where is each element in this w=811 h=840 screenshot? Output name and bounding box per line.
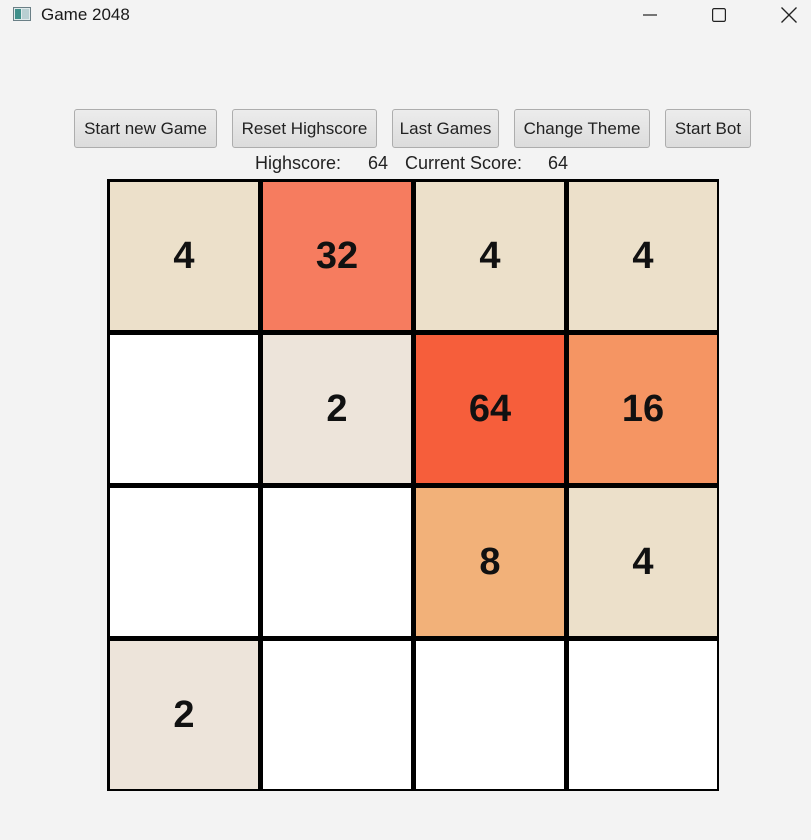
minimize-button[interactable] <box>628 0 672 30</box>
current-score-label: Current Score: <box>405 153 523 173</box>
highscore-label: Highscore: <box>255 153 342 173</box>
title-bar: Game 2048 <box>0 0 811 30</box>
highscore-value: 64 <box>368 153 389 173</box>
maximize-button[interactable] <box>697 0 741 30</box>
reset-highscore-button[interactable]: Reset Highscore <box>232 109 377 148</box>
tile-4: 4 <box>569 488 717 636</box>
maximize-icon <box>712 8 726 22</box>
tile-4: 4 <box>110 182 258 330</box>
empty-tile <box>569 641 717 789</box>
tile-2: 2 <box>110 641 258 789</box>
start-new-game-button[interactable]: Start new Game <box>74 109 217 148</box>
close-icon <box>781 7 797 23</box>
game-window: Game 2048 Start new Game Reset Highscore… <box>0 0 811 840</box>
tile-4: 4 <box>569 182 717 330</box>
tile-8: 8 <box>416 488 564 636</box>
last-games-button[interactable]: Last Games <box>392 109 499 148</box>
tile-2: 2 <box>263 335 411 483</box>
empty-tile <box>263 641 411 789</box>
window-title: Game 2048 <box>41 5 130 24</box>
game-board: 4 32 4 4 2 64 16 8 4 2 <box>107 179 719 791</box>
empty-tile <box>110 488 258 636</box>
tile-64: 64 <box>416 335 564 483</box>
app-icon <box>13 7 31 21</box>
empty-tile <box>110 335 258 483</box>
start-bot-button[interactable]: Start Bot <box>665 109 751 148</box>
tile-4: 4 <box>416 182 564 330</box>
tile-16: 16 <box>569 335 717 483</box>
close-button[interactable] <box>767 0 811 30</box>
change-theme-button[interactable]: Change Theme <box>514 109 650 148</box>
minimize-icon <box>643 14 657 16</box>
tile-32: 32 <box>263 182 411 330</box>
current-score-value: 64 <box>548 153 569 173</box>
empty-tile <box>263 488 411 636</box>
empty-tile <box>416 641 564 789</box>
